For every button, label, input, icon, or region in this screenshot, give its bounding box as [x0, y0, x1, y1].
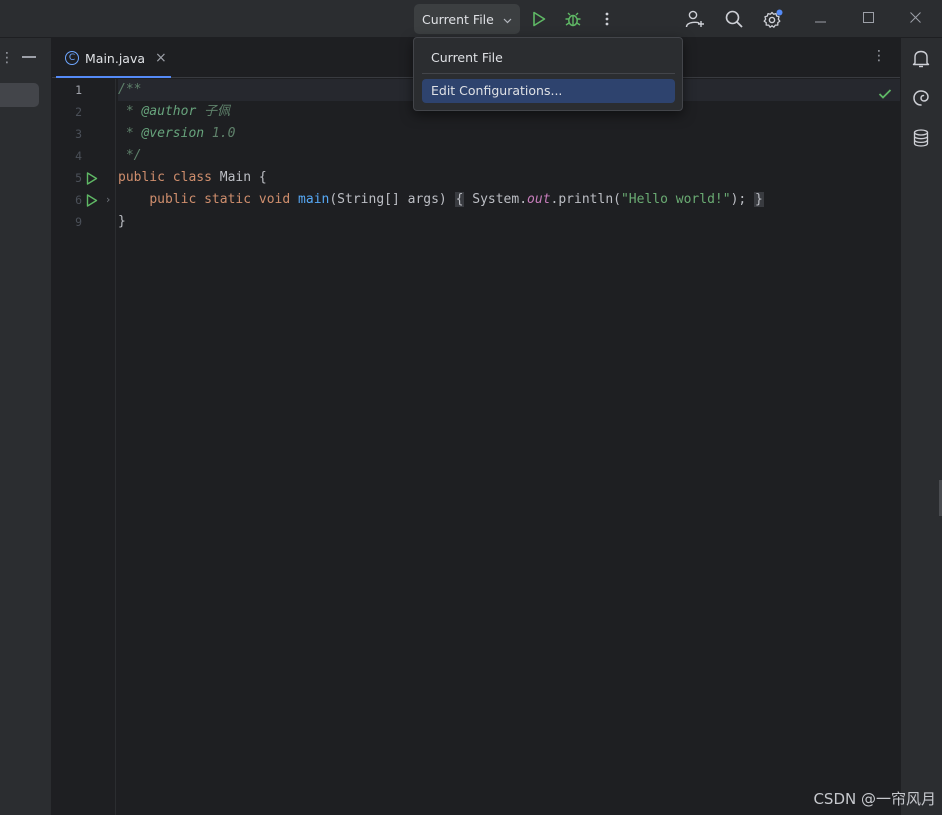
line-number: 1	[75, 83, 82, 97]
watermark: CSDN @一帘风月	[813, 790, 936, 808]
menu-item-current-file[interactable]: Current File	[422, 46, 675, 70]
folded-brace[interactable]: {	[454, 192, 465, 207]
java-class-icon: C	[65, 51, 79, 65]
maximize-button[interactable]	[845, 0, 891, 34]
close-window-button[interactable]	[892, 0, 938, 34]
line-number: 3	[75, 127, 82, 141]
code-editor[interactable]: 1 2 3 4 5 6 9 › /** * @author 子佩 * @vers…	[52, 79, 900, 815]
run-button[interactable]	[524, 4, 554, 34]
code-line: * @author 子佩	[118, 104, 231, 119]
folded-brace[interactable]: }	[754, 192, 764, 207]
code-line: * @version 1.0	[118, 126, 236, 141]
more-actions-button[interactable]	[592, 4, 622, 34]
code-with-me-button[interactable]	[680, 4, 710, 34]
code-line: public static void main(String[] args) {…	[149, 192, 764, 207]
line-number: 2	[75, 105, 82, 119]
ai-assistant-icon[interactable]	[910, 87, 932, 109]
minimize-icon	[815, 8, 827, 27]
close-tab-icon[interactable]: ×	[155, 50, 167, 66]
line-number: 6	[75, 193, 82, 207]
menu-item-edit-configurations[interactable]: Edit Configurations...	[422, 79, 675, 103]
more-vertical-icon	[605, 12, 609, 26]
code-line: */	[118, 148, 142, 163]
run-configuration-selector[interactable]: Current File	[414, 4, 520, 34]
tab-main-java[interactable]: C Main.java ×	[56, 38, 172, 78]
run-icon	[532, 11, 546, 27]
close-icon	[909, 8, 921, 27]
code-line: public class Main {	[118, 170, 267, 185]
run-configuration-label: Current File	[422, 11, 494, 27]
minimize-button[interactable]	[798, 0, 844, 34]
more-vertical-icon[interactable]: ⋮	[872, 48, 886, 64]
code-line: }	[118, 214, 126, 229]
database-icon[interactable]	[910, 127, 932, 149]
maximize-icon	[862, 8, 874, 27]
selected-tree-item[interactable]	[0, 83, 39, 107]
left-tool-strip: ⋮	[0, 38, 52, 815]
debug-button[interactable]	[558, 4, 588, 34]
search-icon	[725, 10, 743, 28]
run-configuration-popup: Current File Edit Configurations...	[413, 37, 683, 111]
editor-gutter: 1 2 3 4 5 6 9 ›	[52, 79, 116, 815]
debug-icon	[564, 10, 582, 28]
right-tool-strip	[900, 38, 942, 815]
chevron-down-icon	[503, 12, 512, 27]
active-tab-indicator	[56, 76, 171, 78]
line-number: 5	[75, 171, 82, 185]
run-gutter-icon[interactable]	[86, 189, 100, 211]
menu-separator	[422, 73, 675, 74]
notifications-icon[interactable]	[910, 47, 932, 69]
settings-icon	[763, 9, 783, 29]
tab-label: Main.java	[85, 50, 146, 66]
line-number: 9	[75, 215, 82, 229]
run-gutter-icon[interactable]	[86, 167, 100, 189]
line-number: 4	[75, 149, 82, 163]
code-line: /**	[118, 82, 142, 97]
add-user-icon	[685, 10, 705, 28]
more-vertical-icon[interactable]: ⋮	[0, 50, 14, 66]
settings-button[interactable]	[758, 4, 788, 34]
search-button[interactable]	[719, 4, 749, 34]
hide-panel-icon[interactable]	[22, 56, 36, 58]
no-problems-check-icon[interactable]	[878, 85, 892, 104]
title-bar: Current File	[0, 0, 942, 38]
fold-chevron-icon[interactable]: ›	[106, 189, 110, 211]
